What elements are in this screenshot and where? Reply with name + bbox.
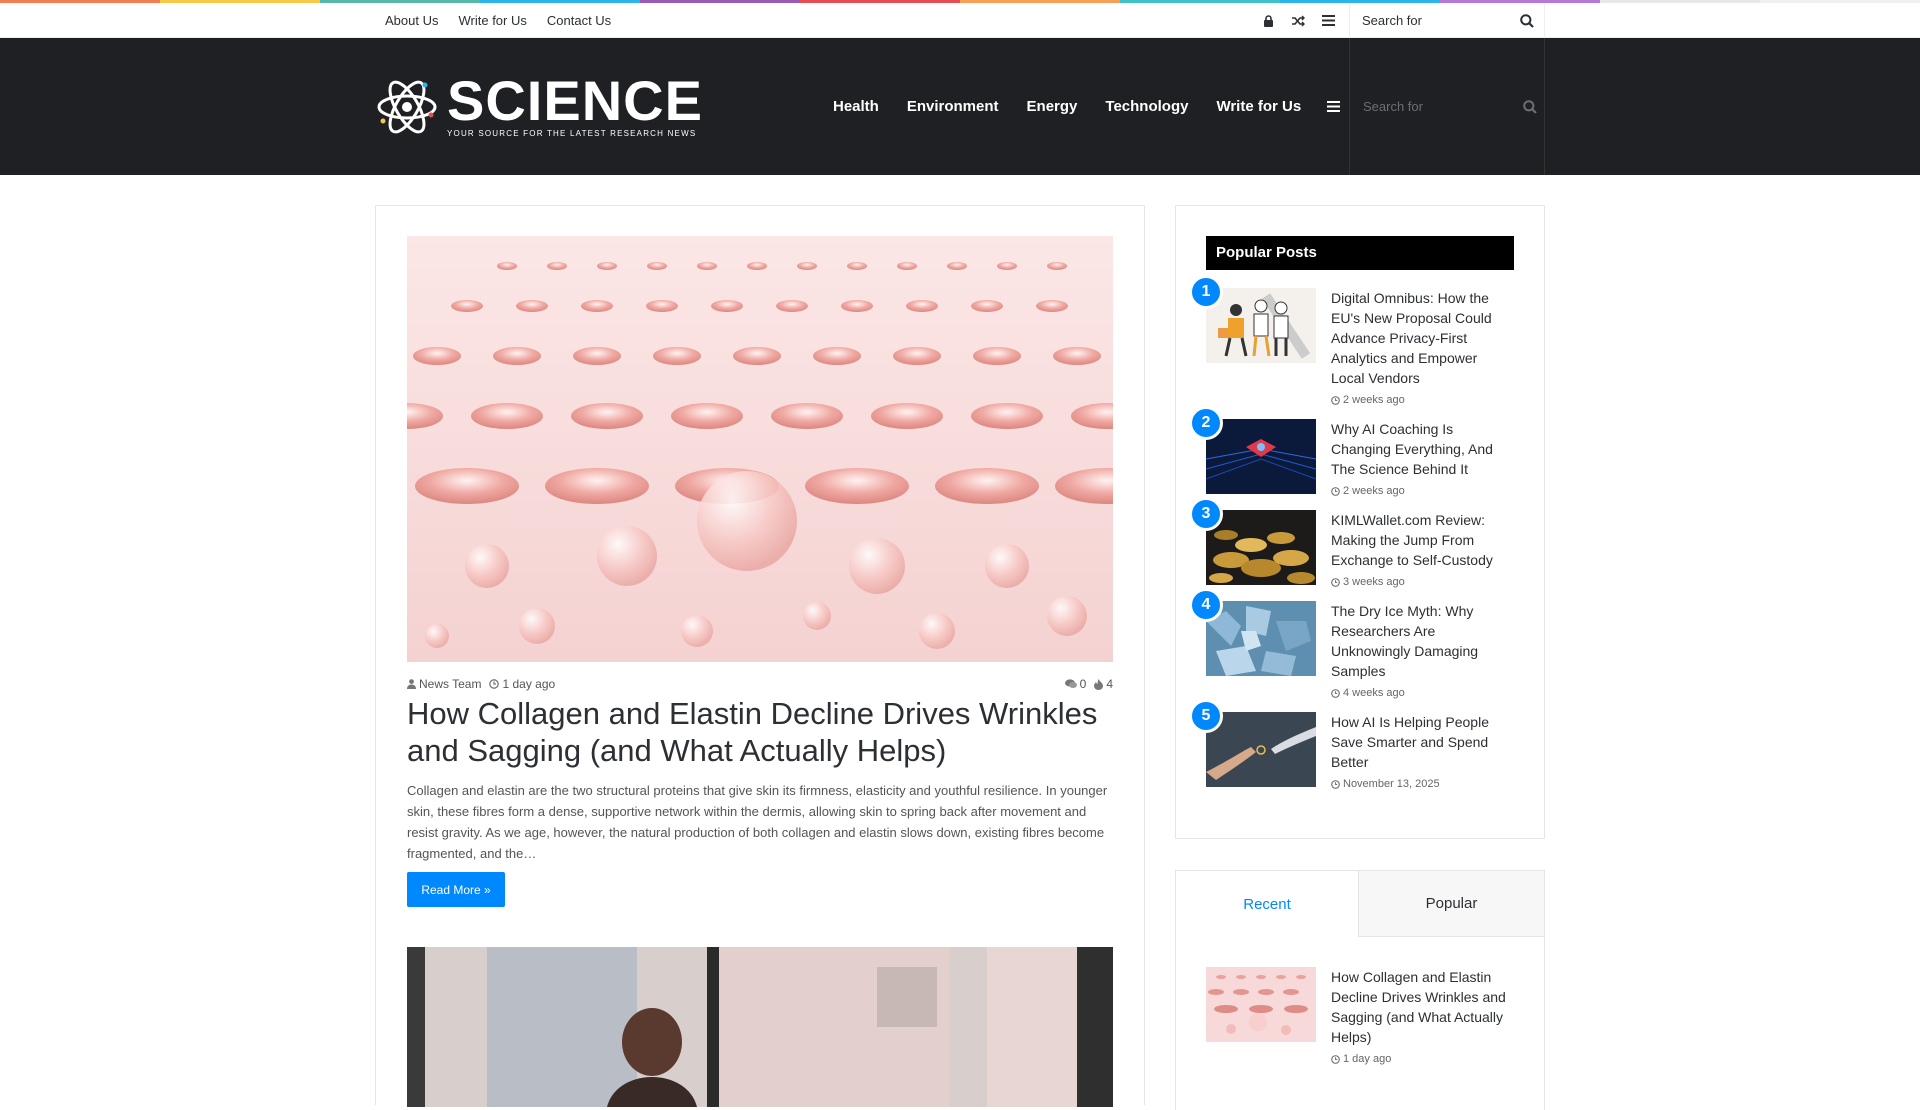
popular-post-date: 4 weeks ago [1331, 687, 1514, 699]
user-icon [407, 679, 416, 689]
list-item[interactable]: 1 Digital Omnibus: How the EU's New Prop… [1189, 275, 1514, 406]
header-search-input[interactable] [1363, 99, 1513, 114]
nav-technology[interactable]: Technology [1091, 98, 1202, 115]
clock-icon [1331, 1054, 1340, 1064]
search-icon[interactable] [1520, 13, 1534, 28]
tab-recent[interactable]: Recent [1176, 871, 1358, 937]
clock-icon [1331, 395, 1340, 405]
popular-post-date-text: 2 weeks ago [1343, 394, 1405, 406]
top-bar: About Us Write for Us Contact Us [0, 3, 1920, 38]
post-title[interactable]: How Collagen and Elastin Decline Drives … [407, 695, 1113, 769]
post-thumbnail[interactable] [1206, 712, 1316, 787]
recent-post-date-text: 1 day ago [1343, 1053, 1392, 1065]
popular-post-date-text: 4 weeks ago [1343, 687, 1405, 699]
top-nav: About Us Write for Us Contact Us [375, 3, 621, 38]
logo-title: SCIENCE [447, 69, 703, 132]
header-search [1349, 38, 1545, 175]
author[interactable]: News Team [407, 677, 481, 691]
post-meta: News Team 1 day ago 0 4 [407, 677, 1113, 691]
post-date: 1 day ago [489, 677, 555, 691]
clock-icon [1331, 779, 1340, 789]
popular-post-title[interactable]: The Dry Ice Myth: Why Researchers Are Un… [1331, 601, 1514, 681]
post-excerpt: Collagen and elastin are the two structu… [407, 783, 1108, 861]
comments-count[interactable]: 0 [1064, 677, 1087, 691]
list-item[interactable]: 3 KIMLWallet.com Review: Making the Jump… [1189, 497, 1514, 588]
list-item[interactable]: 2 Why AI Coaching Is Changing Everything… [1189, 406, 1514, 497]
widget-title: Popular Posts [1206, 236, 1514, 270]
post-thumbnail[interactable] [1206, 288, 1316, 363]
second-post-image[interactable] [407, 947, 1113, 1107]
sidebar: Popular Posts 1 Digital Omnibus: How the… [1175, 205, 1545, 1110]
clock-icon [489, 679, 500, 689]
comments-icon [1064, 679, 1077, 688]
popular-post-title[interactable]: Why AI Coaching Is Changing Everything, … [1331, 419, 1514, 479]
rank-badge: 2 [1189, 406, 1223, 440]
menu-icon[interactable] [1313, 3, 1343, 38]
popular-post-date: 3 weeks ago [1331, 576, 1514, 588]
top-link-write[interactable]: Write for Us [448, 3, 536, 38]
list-item[interactable]: How Collagen and Elastin Decline Drives … [1206, 967, 1521, 1065]
popular-post-date-text: 3 weeks ago [1343, 576, 1405, 588]
post-thumbnail[interactable] [1206, 419, 1316, 494]
popular-post-title[interactable]: Digital Omnibus: How the EU's New Propos… [1331, 288, 1514, 388]
clock-icon [1331, 577, 1340, 587]
rank-badge: 4 [1189, 588, 1223, 622]
header-search-icon[interactable] [1523, 99, 1537, 114]
main-header: SCIENCE YOUR SOURCE FOR THE LATEST RESEA… [0, 38, 1920, 175]
list-item[interactable]: 4 The Dry Ice Myth: Why Researchers Are … [1189, 588, 1514, 699]
post-thumbnail[interactable] [1206, 601, 1316, 676]
nav-energy[interactable]: Energy [1013, 98, 1092, 115]
top-link-contact[interactable]: Contact Us [537, 3, 621, 38]
recent-post-title[interactable]: How Collagen and Elastin Decline Drives … [1331, 967, 1521, 1047]
tab-bar: Recent Popular [1176, 871, 1544, 937]
top-link-about[interactable]: About Us [375, 3, 448, 38]
list-item[interactable]: 5 How AI Is Helping People Save Smarter … [1189, 699, 1514, 790]
lock-icon[interactable] [1253, 3, 1283, 38]
site-logo[interactable]: SCIENCE YOUR SOURCE FOR THE LATEST RESEA… [375, 69, 715, 139]
popular-post-date: 2 weeks ago [1331, 394, 1514, 406]
clock-icon [1331, 486, 1340, 496]
rank-badge: 1 [1189, 275, 1223, 309]
read-more-button[interactable]: Read More » [407, 872, 505, 907]
nav-menu-icon[interactable] [1321, 101, 1345, 112]
post-featured-image[interactable] [407, 236, 1113, 662]
random-icon[interactable] [1283, 3, 1313, 38]
post-date-text: 1 day ago [502, 677, 556, 691]
popular-post-title[interactable]: How AI Is Helping People Save Smarter an… [1331, 712, 1514, 772]
top-tools [1253, 3, 1545, 38]
popular-posts-widget: Popular Posts 1 Digital Omnibus: How the… [1175, 205, 1545, 839]
rank-badge: 5 [1189, 699, 1223, 733]
recent-popular-tabs: Recent Popular How Collagen and Elastin … [1175, 870, 1545, 1110]
atom-logo-icon [377, 80, 437, 133]
main-posts: News Team 1 day ago 0 4 How Collagen and… [375, 205, 1145, 1107]
views-count: 4 [1094, 677, 1113, 691]
author-name: News Team [419, 677, 482, 691]
comments-count-text: 0 [1079, 677, 1087, 691]
clock-icon [1331, 688, 1340, 698]
nav-environment[interactable]: Environment [893, 98, 1013, 115]
post-thumbnail[interactable] [1206, 510, 1316, 585]
tab-popular[interactable]: Popular [1358, 871, 1544, 937]
popular-post-date-text: November 13, 2025 [1343, 778, 1440, 790]
main-nav: Health Environment Energy Technology Wri… [819, 98, 1345, 115]
views-count-text: 4 [1106, 677, 1113, 691]
top-search-input[interactable] [1362, 13, 1512, 28]
top-search [1349, 3, 1545, 38]
popular-post-title[interactable]: KIMLWallet.com Review: Making the Jump F… [1331, 510, 1514, 570]
post-thumbnail[interactable] [1206, 967, 1316, 1042]
popular-post-date: 2 weeks ago [1331, 485, 1514, 497]
logo-tagline: YOUR SOURCE FOR THE LATEST RESEARCH NEWS [447, 129, 697, 138]
popular-post-date-text: 2 weeks ago [1343, 485, 1405, 497]
popular-post-date: November 13, 2025 [1331, 778, 1514, 790]
recent-post-date: 1 day ago [1331, 1053, 1521, 1065]
nav-write-for-us[interactable]: Write for Us [1202, 98, 1315, 115]
rank-badge: 3 [1189, 497, 1223, 531]
fire-icon [1094, 678, 1104, 690]
nav-health[interactable]: Health [819, 98, 893, 115]
